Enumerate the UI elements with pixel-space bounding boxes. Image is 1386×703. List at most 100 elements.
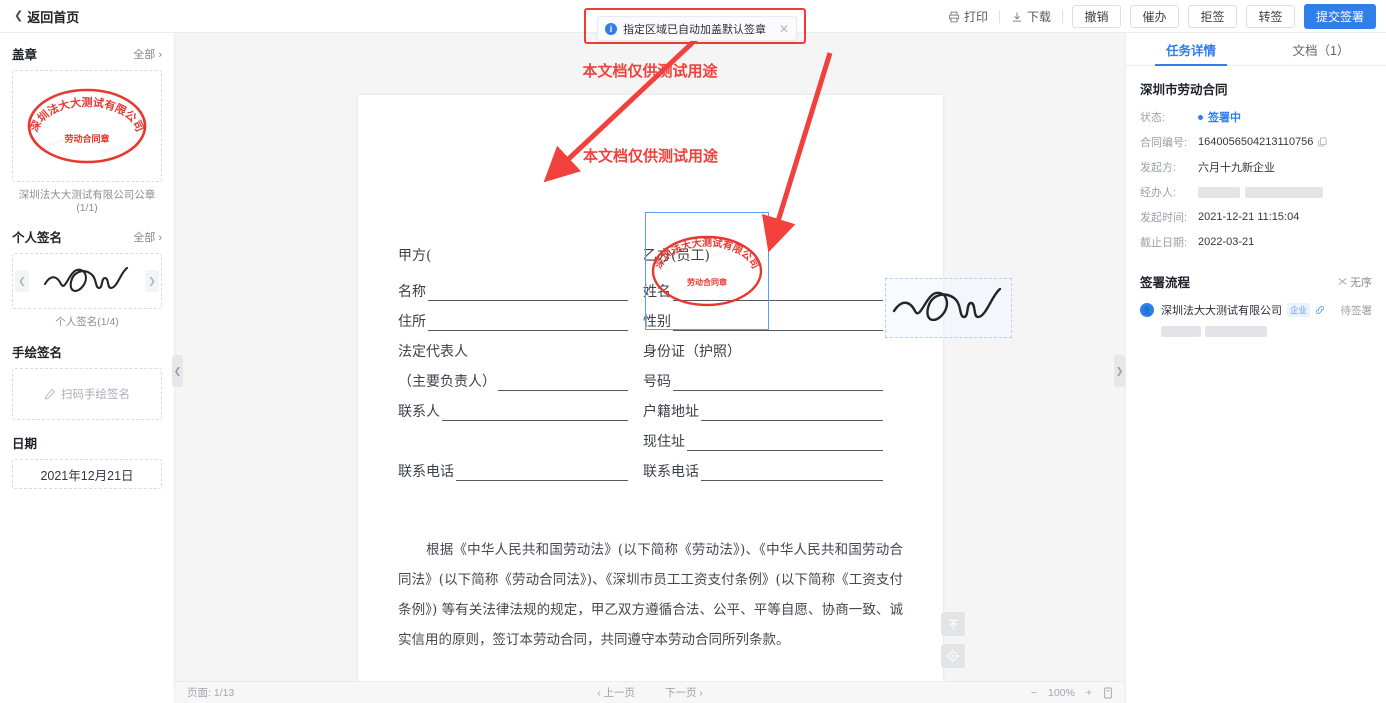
contract-body: 甲方( 名称 住所 法定代表人 （主要负责人） 联系人 联系电话 乙方(员工) … [358,95,943,695]
field-row: 现住址 [643,421,883,451]
submit-sign-button[interactable]: 提交签署 [1304,4,1376,29]
detail-value: 签署中 [1198,109,1241,125]
tab-task-detail[interactable]: 任务详情 [1126,33,1256,66]
close-icon[interactable]: ✕ [779,22,789,36]
redacted-block [1198,186,1240,198]
back-to-home-link[interactable]: ❮ 返回首页 [14,7,79,26]
signature-section-header: 个人签名 全部 › [12,227,162,246]
signer-type-badge: 企业 [1287,303,1311,317]
stamp-card[interactable]: 深圳法大大测试有限公司 劳动合同章 fadada.com fadada.com … [12,70,162,182]
svg-text:深圳法大大测试有限公司: 深圳法大大测试有限公司 [652,236,762,271]
field-line [498,377,628,391]
field-row: 号码 [643,361,883,391]
field-line [687,437,883,451]
detail-value: 1640056504213110756 [1198,136,1327,148]
field-row: 身份证（护照） [643,331,883,361]
redacted-block [1245,186,1323,198]
link-icon[interactable] [1315,305,1325,315]
field-row: 名称 [398,271,628,301]
signature-prev-arrow[interactable]: ❮ [15,270,29,292]
pen-icon [44,388,56,400]
field-label: 联系电话 [643,464,699,480]
field-row: 联系电话 [398,451,628,481]
notification-highlight-box: i 指定区域已自动加盖默认签章 ✕ [584,8,806,44]
stamp-view-all[interactable]: 全部 › [133,46,162,62]
detail-value: 2021-12-21 11:15:04 [1198,211,1300,223]
detail-key: 截止日期: [1140,237,1188,249]
urge-button[interactable]: 催办 [1130,5,1179,28]
personal-signature-card[interactable]: ❮ ❯ [12,253,162,309]
toolbar-divider-2 [1062,10,1063,23]
detail-value: 六月十九新企业 [1198,162,1275,174]
stamp-view-all-label: 全部 [133,48,156,61]
signature-view-all-label: 全部 [133,231,156,244]
detail-value-redacted [1198,186,1323,198]
date-section-header: 日期 [12,433,162,452]
placed-personal-signature[interactable] [885,278,1012,338]
print-action[interactable]: 打印 [937,7,999,27]
zoom-level-label: 100% [1048,686,1075,699]
detail-row-initiator: 发起方: 六月十九新企业 [1140,159,1372,175]
download-action[interactable]: 下载 [1000,7,1062,27]
stamp-caption: 深圳法大大测试有限公司公章(1/1) [18,189,156,214]
redacted-block [1205,326,1268,337]
signature-view-all[interactable]: 全部 › [133,229,162,245]
field-label: 联系电话 [398,464,454,480]
sign-flow-mode-label: 无序 [1350,276,1372,289]
transfer-sign-button[interactable]: 转签 [1246,5,1295,28]
field-row: 联系电话 [643,451,883,481]
signer-state: 待签署 [1340,304,1373,317]
party-a-label: 甲方( [398,248,432,264]
field-label: 联系人 [398,404,440,420]
collapse-right-panel-handle[interactable]: ❯ [1114,355,1125,387]
field-label: 现住址 [643,434,685,450]
page-nav: ‹ 上一页 下一页 › [175,685,1125,700]
document-viewport[interactable]: 本文档仅供测试用途 甲方( 名称 住所 法定代表人 （主要负责人） 联系人 联系… [175,33,1125,703]
placed-company-stamp[interactable]: 深圳法大大测试有限公司 劳动合同章 fadada.com fadada.com … [645,212,769,330]
document-status-bar: 页面: 1/13 ‹ 上一页 下一页 › − 100% + [175,681,1125,703]
date-section-title: 日期 [12,437,38,451]
field-line [428,287,628,301]
zoom-in-button[interactable]: + [1086,687,1092,699]
collapse-left-sidebar-handle[interactable]: ❮ [172,355,183,387]
scroll-to-top-button[interactable] [941,612,965,636]
auto-stamp-notification: i 指定区域已自动加盖默认签章 ✕ [597,16,797,41]
date-stamp-card[interactable]: 2021年12月21日 [12,459,162,489]
detail-row-status: 状态: 签署中 [1140,109,1372,125]
field-row: 联系人 [398,391,628,421]
signature-next-arrow[interactable]: ❯ [145,270,159,292]
sign-flow-mode: 无序 [1338,274,1372,290]
prev-page-button[interactable]: ‹ 上一页 [597,685,635,700]
prev-page-label: 上一页 [603,687,636,699]
signer-name: 深圳法大大测试有限公司 [1161,305,1282,317]
scan-to-draw-signature-button[interactable]: 扫码手绘签名 [12,368,162,420]
signature-caption: 个人签名(1/4) [55,316,119,328]
field-label: 身份证（护照） [643,344,741,360]
revoke-button[interactable]: 撤销 [1072,5,1121,28]
chevron-left-icon: ❮ [14,9,24,22]
field-row: 户籍地址 [643,391,883,421]
print-label: 打印 [963,10,988,24]
handdrawn-section-header: 手绘签名 [12,342,162,361]
tab-documents[interactable]: 文档（1） [1256,33,1386,65]
document-page: 本文档仅供测试用途 甲方( 名称 住所 法定代表人 （主要负责人） 联系人 联系… [358,95,1012,695]
field-label: 住所 [398,314,426,330]
stamp-section-title: 盖章 [12,48,38,62]
field-row: 住所 [398,301,628,331]
top-action-group: 打印 下载 撤销 催办 拒签 转签 提交签署 [937,0,1376,33]
field-line [743,347,883,361]
scroll-to-top-icon [948,619,958,630]
field-row-spacer [398,421,628,451]
detail-key: 发起时间: [1140,212,1188,224]
panel-body: 深圳市劳动合同 状态: 签署中 合同编号: 164005650421311075… [1126,66,1386,342]
contract-paragraph: 根据《中华人民共和国劳动法》(以下简称《劳动法》)、《中华人民共和国劳动合同法》… [398,542,903,648]
reject-sign-button[interactable]: 拒签 [1188,5,1237,28]
redacted-block [1161,326,1201,337]
fit-page-icon[interactable] [1103,687,1113,699]
field-row: （主要负责人） [398,361,628,391]
info-circle-icon: i [605,22,617,35]
next-page-button[interactable]: 下一页 › [665,685,703,700]
zoom-out-button[interactable]: − [1031,687,1037,699]
copy-icon[interactable] [1318,137,1327,147]
locate-signature-button[interactable] [941,644,965,668]
